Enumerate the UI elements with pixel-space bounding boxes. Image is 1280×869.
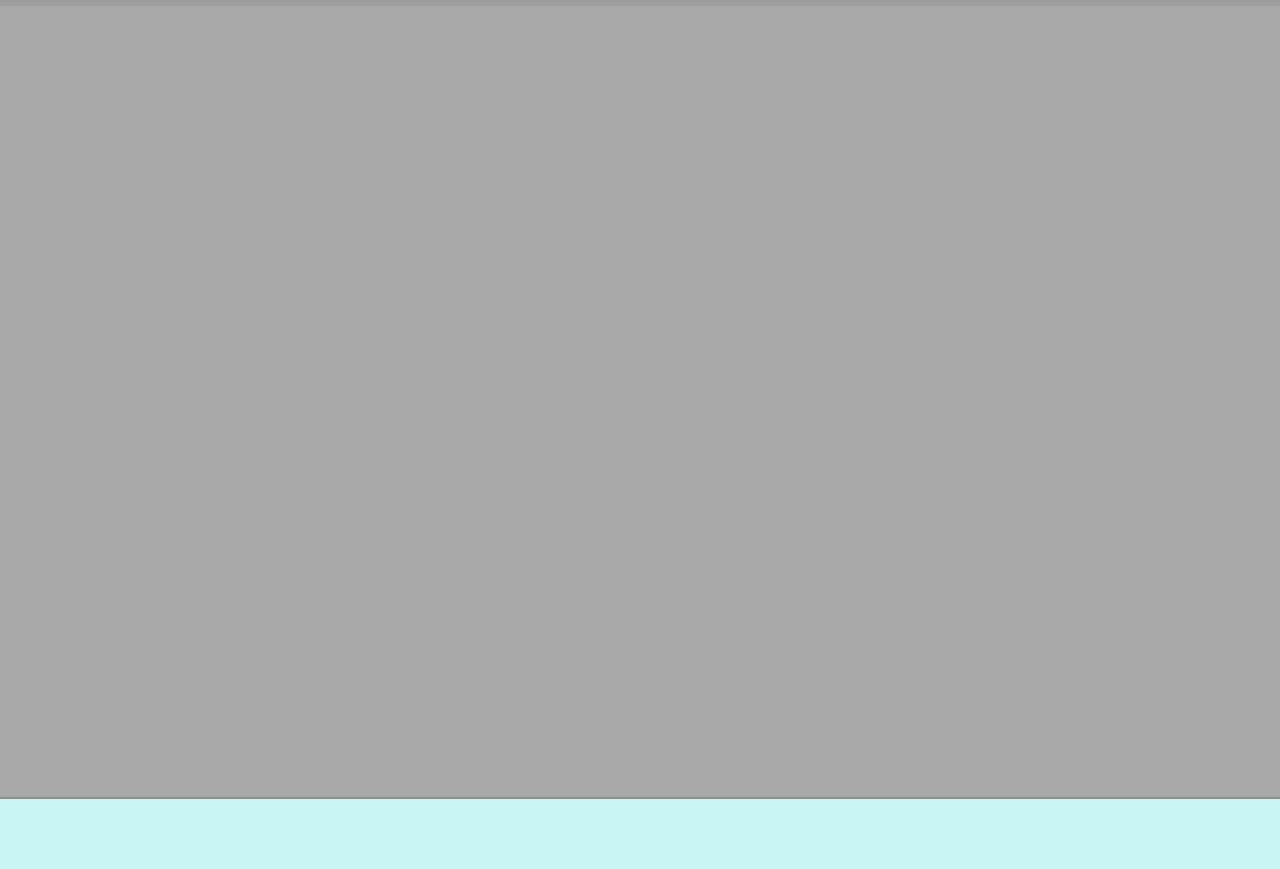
weather-app-window: { "header": { "title": "Donnerstag, 29.0… [0, 0, 1280, 869]
chart-canvas [0, 0, 1280, 867]
sensor-stats-table [0, 797, 1280, 869]
